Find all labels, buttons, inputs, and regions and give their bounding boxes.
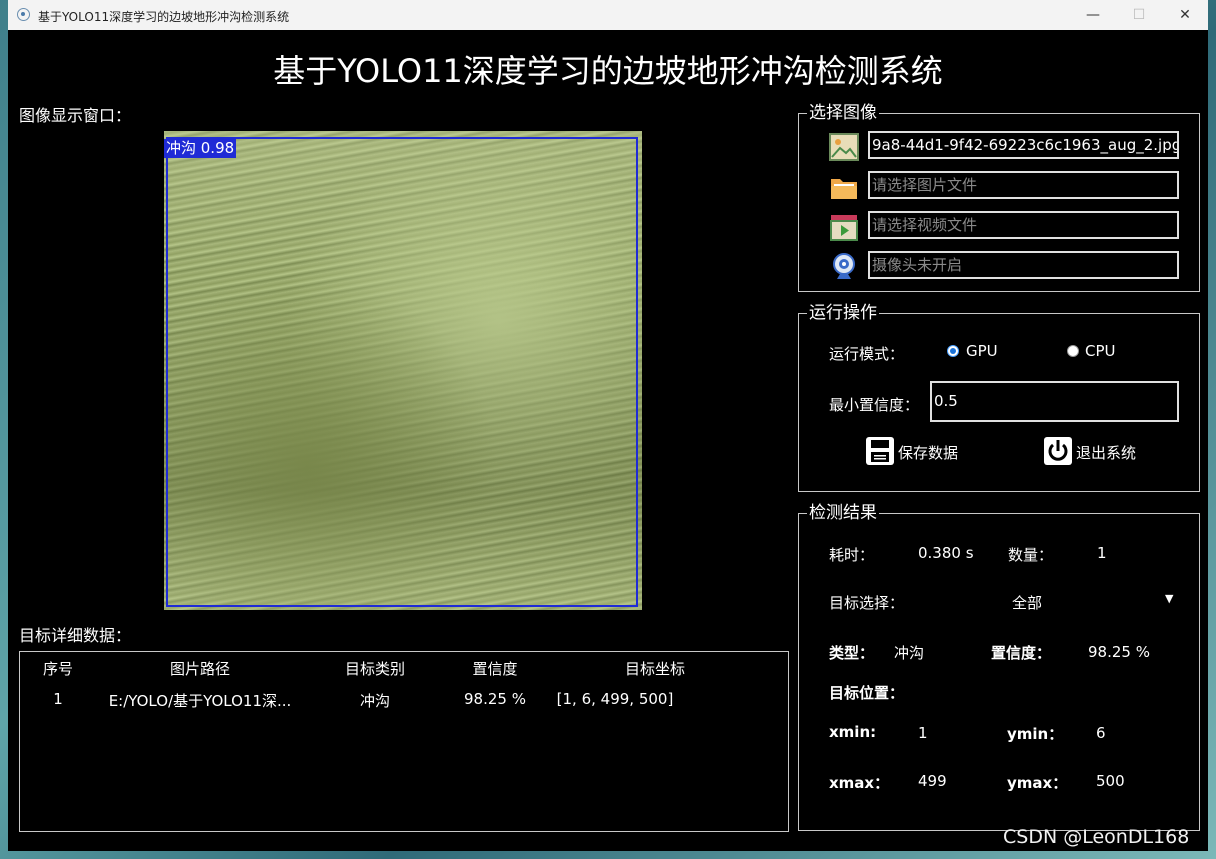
column-header-index[interactable]: 序号	[32, 658, 84, 679]
confidence-label: 置信度：	[991, 644, 1052, 662]
column-header-confidence[interactable]: 置信度	[445, 658, 545, 679]
power-icon	[1044, 437, 1072, 465]
cell-image-path: E:/YOLO/基于YOLO11深...	[108, 692, 292, 710]
image-file-field[interactable]: 请选择图片文件	[868, 171, 1179, 199]
save-icon	[866, 437, 894, 465]
run-operations-title: 运行操作	[807, 303, 879, 323]
camera-icon[interactable]	[829, 252, 859, 282]
ymax-value: 500	[1096, 772, 1125, 790]
detection-results-group: 检测结果 耗时： 0.380 s 数量： 1 目标选择： 全部 ▼ 类型： 冲沟…	[798, 503, 1200, 831]
xmax-value: 499	[918, 772, 947, 790]
save-data-label: 保存数据	[898, 444, 959, 462]
image-path-field[interactable]: 9a8-44d1-9f42-69223c6c1963_aug_2.jpg	[868, 131, 1179, 159]
count-value: 1	[1097, 544, 1107, 562]
bounding-box	[166, 137, 638, 607]
column-header-target-class[interactable]: 目标类别	[320, 658, 430, 679]
video-icon[interactable]	[829, 212, 859, 242]
target-details-label: 目标详细数据：	[19, 626, 132, 645]
position-label: 目标位置：	[829, 684, 905, 702]
ymin-label: ymin：	[1007, 725, 1064, 743]
image-icon[interactable]	[829, 132, 859, 162]
exit-system-button[interactable]: 退出系统	[1043, 436, 1153, 468]
cell-coordinates: [1, 6, 499, 500]	[556, 690, 674, 708]
bounding-box-label: 冲沟 0.98	[164, 139, 237, 158]
select-image-title: 选择图像	[807, 103, 879, 123]
target-select-dropdown[interactable]: 全部 ▼	[909, 588, 1185, 616]
run-mode-label: 运行模式：	[829, 345, 905, 363]
target-details-table: 序号 图片路径 目标类别 置信度 目标坐标 1 E:/YOLO/基于YOLO11…	[19, 651, 789, 832]
table-row[interactable]: 1 E:/YOLO/基于YOLO11深... 冲沟 98.25 % [1, 6,…	[20, 684, 788, 712]
cpu-radio-label[interactable]: CPU	[1085, 342, 1116, 360]
save-data-button[interactable]: 保存数据	[865, 436, 975, 468]
time-value: 0.380 s	[918, 544, 974, 562]
cpu-radio[interactable]	[1067, 345, 1079, 357]
min-confidence-input[interactable]: 0.5	[930, 381, 1179, 422]
confidence-value: 98.25 %	[1088, 643, 1150, 661]
cell-index: 1	[53, 690, 63, 708]
title-bar: 基于YOLO11深度学习的边坡地形冲沟检测系统 — ☐ ✕	[8, 0, 1208, 30]
xmax-label: xmax：	[829, 774, 890, 792]
target-select-label: 目标选择：	[829, 594, 905, 612]
gpu-radio-label[interactable]: GPU	[966, 342, 998, 360]
app-window: 基于YOLO11深度学习的边坡地形冲沟检测系统 — ☐ ✕ 基于YOLO11深度…	[8, 0, 1208, 851]
select-image-group: 选择图像 9a8-44d1-9f42-69223c6c1963_aug_2.jp…	[798, 103, 1200, 292]
time-label: 耗时：	[829, 546, 875, 564]
exit-system-label: 退出系统	[1076, 444, 1137, 462]
detection-image: 冲沟 0.98	[164, 131, 642, 610]
maximize-button[interactable]: ☐	[1116, 0, 1162, 30]
type-value: 冲沟	[894, 644, 925, 662]
count-label: 数量：	[1008, 546, 1054, 564]
min-confidence-label: 最小置信度：	[829, 396, 920, 414]
run-operations-group: 运行操作 运行模式： GPU CPU 最小置信度： 0.5 保存数据 退出系统	[798, 303, 1200, 492]
column-header-image-path[interactable]: 图片路径	[99, 658, 301, 679]
ymax-label: ymax：	[1007, 774, 1068, 792]
folder-icon[interactable]	[829, 172, 859, 202]
gpu-radio[interactable]	[947, 345, 959, 357]
camera-field[interactable]: 摄像头未开启	[868, 251, 1179, 279]
window-title: 基于YOLO11深度学习的边坡地形冲沟检测系统	[38, 10, 290, 24]
cell-target-class: 冲沟	[359, 692, 390, 710]
column-header-coordinates[interactable]: 目标坐标	[565, 658, 745, 679]
xmin-value: 1	[918, 724, 928, 742]
chevron-down-icon: ▼	[1165, 592, 1174, 605]
close-button[interactable]: ✕	[1162, 0, 1208, 30]
ymin-value: 6	[1096, 724, 1106, 742]
detection-results-title: 检测结果	[807, 503, 879, 523]
type-label: 类型：	[829, 644, 875, 662]
video-file-field[interactable]: 请选择视频文件	[868, 211, 1179, 239]
image-display-label: 图像显示窗口：	[19, 106, 132, 125]
page-title: 基于YOLO11深度学习的边坡地形冲沟检测系统	[273, 52, 943, 90]
csdn-watermark: CSDN @LeonDL168	[1003, 826, 1190, 848]
target-select-value: 全部	[1012, 594, 1043, 612]
xmin-label: xmin:	[829, 723, 877, 741]
app-icon	[17, 8, 30, 21]
minimize-button[interactable]: —	[1070, 0, 1116, 30]
